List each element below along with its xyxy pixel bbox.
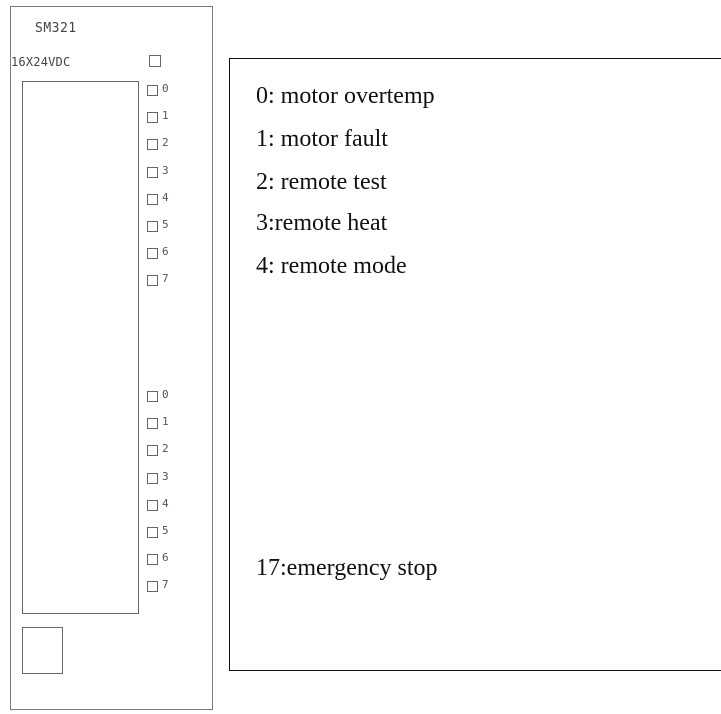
channel-number: 7 (162, 272, 169, 286)
legend-line: 4: remote mode (256, 253, 407, 279)
channel-led (147, 248, 158, 260)
channel-led (147, 391, 158, 402)
channel-led (147, 166, 158, 178)
channel-led (147, 220, 158, 232)
channel-number: 4 (162, 190, 169, 204)
channel-number: 7 (162, 578, 169, 592)
channel-number: 6 (162, 245, 169, 259)
legend-line: 2: remote test (256, 169, 387, 195)
channel-led (147, 275, 158, 287)
channel-number: 0 (162, 82, 169, 95)
module-title: SM321 (35, 21, 77, 36)
channel-number: 3 (162, 469, 169, 483)
legend-footer-line: 17:emergency stop (256, 555, 438, 581)
channel-led (147, 581, 158, 593)
module-status-indicator (149, 55, 161, 67)
channel-number: 3 (162, 163, 169, 177)
channel-led (147, 139, 158, 151)
channel-number: 6 (162, 551, 169, 565)
legend-panel: 0: motor overtemp 1: motor fault 2: remo… (229, 58, 721, 671)
channel-led (147, 445, 158, 457)
channel-led (147, 472, 158, 484)
io-module: SM321 16X24VDC 0 1 2 3 4 5 6 7 0 1 2 3 4… (10, 6, 213, 710)
channel-led (147, 526, 158, 538)
channel-led (147, 418, 158, 430)
channel-number: 5 (162, 523, 169, 537)
channel-number: 1 (162, 415, 169, 429)
channel-led (147, 112, 158, 124)
channel-led (147, 499, 158, 511)
channel-number: 5 (162, 217, 169, 231)
channel-led (147, 85, 158, 96)
channel-led (147, 193, 158, 205)
legend-line: 1: motor fault (256, 126, 388, 152)
channel-number: 1 (162, 109, 169, 123)
terminal-strip (22, 81, 139, 614)
channel-number: 2 (162, 442, 169, 456)
channel-number: 4 (162, 496, 169, 510)
channel-number: 2 (162, 136, 169, 150)
legend-line: 3:remote heat (256, 210, 388, 236)
module-subtitle: 16X24VDC (11, 55, 71, 69)
legend-line: 0: motor overtemp (256, 83, 435, 109)
channel-led (147, 554, 158, 566)
module-bottom-box (22, 627, 63, 674)
channel-number: 0 (162, 388, 169, 401)
